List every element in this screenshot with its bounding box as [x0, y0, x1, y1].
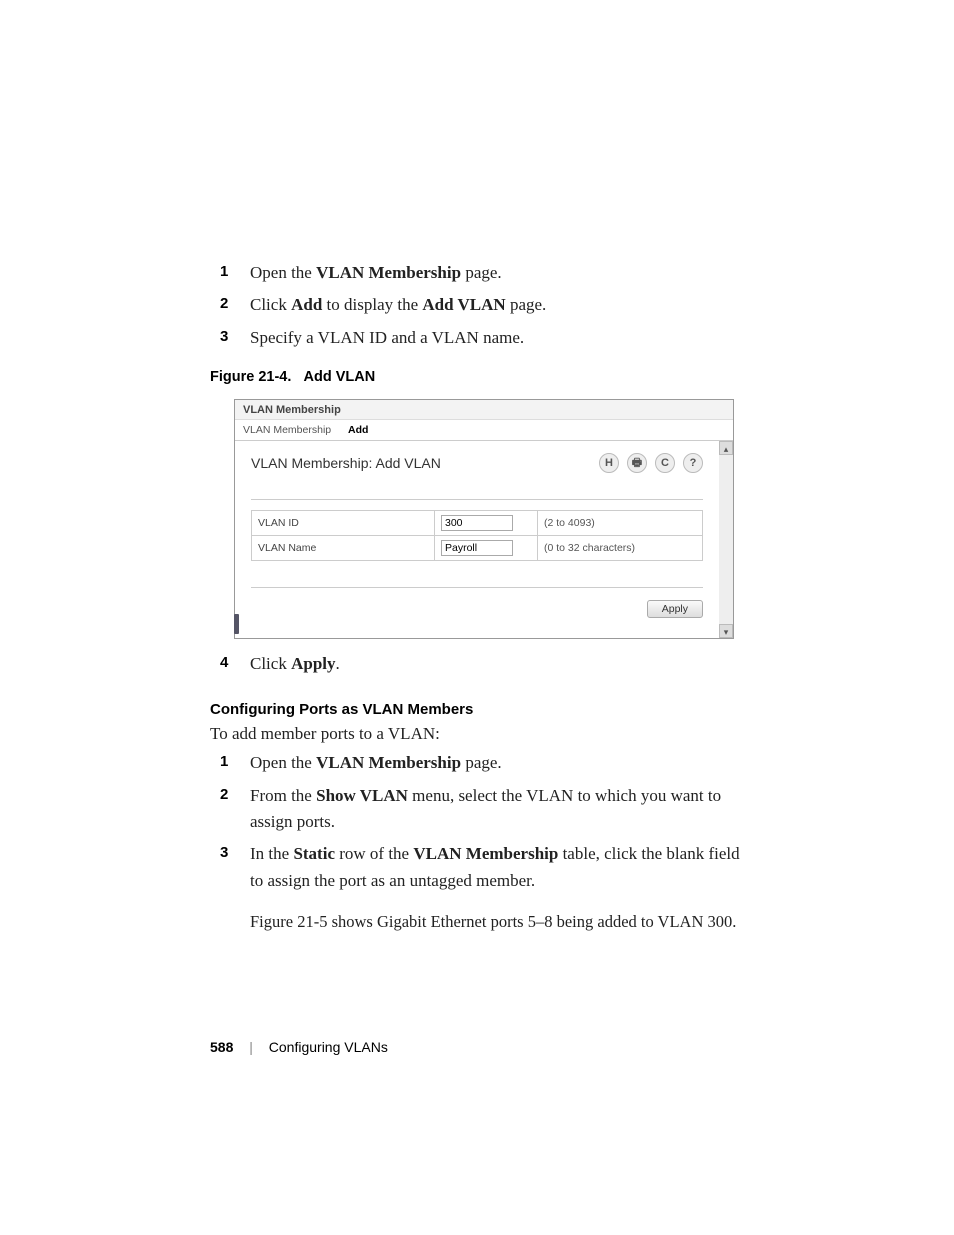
page-footer: 588 | Configuring VLANs — [210, 1039, 388, 1055]
panel-body: ▴ ▾ VLAN Membership: Add VLAN H 🖶 C ? VL… — [235, 441, 733, 638]
divider — [251, 499, 703, 500]
panel-heading-row: VLAN Membership: Add VLAN H 🖶 C ? — [251, 453, 703, 473]
step-text: From the Show VLAN menu, select the VLAN… — [250, 786, 721, 831]
refresh-icon[interactable]: C — [655, 453, 675, 473]
step-a3: 3 Specify a VLAN ID and a VLAN name. — [210, 325, 744, 351]
crumb-current: Add — [348, 424, 368, 436]
resize-handle-icon[interactable] — [234, 614, 239, 634]
step-text: Specify a VLAN ID and a VLAN name. — [250, 328, 524, 347]
step-text: Click Add to display the Add VLAN page. — [250, 295, 546, 314]
panel-heading: VLAN Membership: Add VLAN — [251, 455, 441, 471]
form-table: VLAN ID (2 to 4093) VLAN Name (0 to 32 c… — [251, 510, 703, 561]
step-number: 3 — [220, 841, 228, 864]
step-number: 1 — [220, 750, 228, 773]
print-icon[interactable]: 🖶 — [627, 453, 647, 473]
row-vlan-id: VLAN ID (2 to 4093) — [252, 511, 703, 536]
intro-text: To add member ports to a VLAN: — [210, 724, 744, 744]
figure-caption: Figure 21-4. Add VLAN — [210, 369, 744, 385]
window-title: VLAN Membership — [235, 400, 733, 420]
section-title: Configuring VLANs — [269, 1039, 388, 1055]
step-number: 2 — [220, 292, 228, 315]
step-number: 2 — [220, 783, 228, 806]
step-number: 4 — [220, 651, 228, 674]
add-vlan-screenshot: VLAN Membership VLAN Membership Add ▴ ▾ … — [234, 399, 734, 639]
subheading: Configuring Ports as VLAN Members — [210, 701, 744, 718]
page-number: 588 — [210, 1039, 233, 1055]
step-a2: 2 Click Add to display the Add VLAN page… — [210, 292, 744, 318]
row-vlan-name: VLAN Name (0 to 32 characters) — [252, 536, 703, 561]
page: 1 Open the VLAN Membership page. 2 Click… — [0, 0, 954, 1235]
step-b3: 3 In the Static row of the VLAN Membersh… — [210, 841, 744, 894]
step-text: Open the VLAN Membership page. — [250, 753, 502, 772]
help-icon[interactable]: ? — [683, 453, 703, 473]
steps-list-a: 1 Open the VLAN Membership page. 2 Click… — [210, 260, 744, 351]
figure-reference: Figure 21-5 shows Gigabit Ethernet ports… — [210, 912, 744, 932]
label-vlan-name: VLAN Name — [252, 536, 435, 561]
step-number: 1 — [220, 260, 228, 283]
hint-vlan-name: (0 to 32 characters) — [538, 536, 703, 561]
input-vlan-name[interactable] — [441, 540, 513, 556]
step-b1: 1 Open the VLAN Membership page. — [210, 750, 744, 776]
hint-vlan-id: (2 to 4093) — [538, 511, 703, 536]
breadcrumb: VLAN Membership Add — [235, 420, 733, 441]
iconbar: H 🖶 C ? — [599, 453, 703, 473]
footer-divider: | — [249, 1039, 253, 1055]
step-text: In the Static row of the VLAN Membership… — [250, 844, 740, 889]
scroll-down-icon[interactable]: ▾ — [719, 624, 733, 638]
step-text: Open the VLAN Membership page. — [250, 263, 502, 282]
step-number: 3 — [220, 325, 228, 348]
scroll-up-icon[interactable]: ▴ — [719, 441, 733, 455]
step-a4: 4 Click Apply. — [210, 651, 744, 677]
apply-row: Apply — [251, 587, 703, 618]
label-vlan-id: VLAN ID — [252, 511, 435, 536]
step-b2: 2 From the Show VLAN menu, select the VL… — [210, 783, 744, 836]
steps-list-a2: 4 Click Apply. — [210, 651, 744, 677]
input-vlan-id[interactable] — [441, 515, 513, 531]
save-icon[interactable]: H — [599, 453, 619, 473]
step-a1: 1 Open the VLAN Membership page. — [210, 260, 744, 286]
crumb-root[interactable]: VLAN Membership — [243, 424, 331, 436]
step-text: Click Apply. — [250, 654, 340, 673]
apply-button[interactable]: Apply — [647, 600, 703, 618]
steps-list-b: 1 Open the VLAN Membership page. 2 From … — [210, 750, 744, 894]
